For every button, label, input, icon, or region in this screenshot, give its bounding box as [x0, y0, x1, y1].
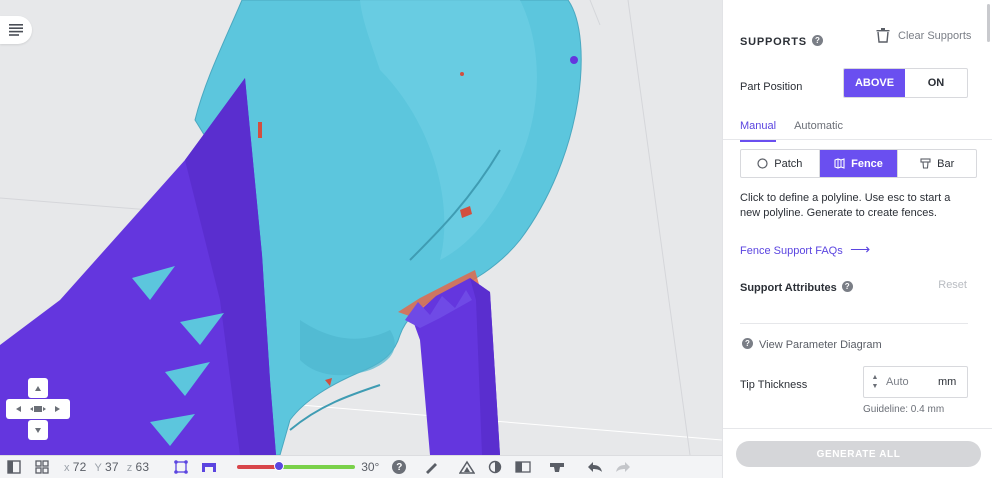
app-window: x 72 Y 37 z 63 30° ? SUPPORTS ? Clear Su… [0, 0, 992, 478]
undo-button[interactable] [581, 456, 609, 478]
help-button[interactable]: ? [385, 456, 413, 478]
pan-horizontal-bar[interactable] [6, 399, 70, 419]
position-on-button[interactable]: ON [905, 69, 967, 97]
slider-knob[interactable] [273, 461, 284, 471]
parameter-diagram-label: View Parameter Diagram [759, 339, 882, 351]
parameter-diagram-link[interactable]: ? View Parameter Diagram [740, 335, 967, 353]
base-button[interactable] [543, 456, 571, 478]
patch-icon [757, 158, 768, 169]
redo-icon [616, 462, 631, 472]
grid-view-icon [35, 460, 49, 474]
type-bar-button[interactable]: Bar [897, 150, 976, 177]
fit-view-button[interactable] [167, 456, 195, 478]
type-patch-button[interactable]: Patch [741, 150, 819, 177]
reset-button[interactable]: Reset [938, 279, 967, 291]
clear-supports-label: Clear Supports [898, 29, 972, 42]
grid-line [589, 0, 601, 26]
view-navigation-pad[interactable] [6, 378, 70, 440]
generate-all-button[interactable]: GENERATE ALL [736, 441, 981, 467]
bottom-toolbar: x 72 Y 37 z 63 30° ? [0, 455, 722, 478]
position-above-button[interactable]: ABOVE [844, 69, 906, 97]
triangle-button[interactable] [453, 456, 481, 478]
support-type-selector[interactable]: Patch Fence Bar [740, 149, 977, 178]
x-coordinate: x 72 [64, 460, 87, 474]
pan-down-button[interactable] [28, 420, 48, 440]
contrast-button[interactable] [481, 456, 509, 478]
slider-track-rest [278, 465, 356, 469]
arrow-down-icon [35, 427, 41, 433]
tip-thickness-field[interactable]: ▲ ▼ mm [863, 366, 968, 398]
arrow-up-icon [35, 385, 41, 391]
overhang-angle-slider[interactable] [237, 461, 356, 471]
arrow-right-icon: ⟶ [850, 241, 871, 257]
triangle-icon [459, 460, 476, 474]
supports-panel: SUPPORTS? Clear Supports Part Position A… [722, 0, 992, 478]
y-coordinate: Y 37 [94, 460, 119, 474]
contrast-icon [489, 460, 502, 474]
type-fence-label: Fence [851, 157, 883, 170]
tip-thickness-unit: mm [938, 376, 957, 388]
attributes-divider [740, 323, 968, 324]
supports-help-icon[interactable]: ? [811, 35, 823, 47]
menu-button[interactable] [0, 16, 32, 44]
support-view-icon [202, 463, 217, 472]
redo-button[interactable] [609, 456, 637, 478]
tip-thickness-input[interactable] [886, 376, 934, 388]
bar-icon [920, 158, 931, 169]
step-up-icon[interactable]: ▲ [872, 373, 879, 382]
part-position-label: Part Position [740, 81, 803, 93]
support-point [570, 56, 578, 64]
tip-thickness-guideline: Guideline: 0.4 mm [863, 404, 945, 415]
model-scene[interactable] [0, 0, 722, 455]
step-down-icon[interactable]: ▼ [872, 382, 879, 391]
tabs-divider [723, 139, 992, 140]
layout-icon [515, 461, 532, 473]
layout-button[interactable] [509, 456, 537, 478]
panel-title: SUPPORTS [740, 36, 807, 48]
support-attributes-header: Support Attributes? [740, 278, 967, 296]
tip-thickness-stepper[interactable]: ▲ ▼ [864, 373, 886, 391]
support-view-button[interactable] [195, 456, 223, 478]
type-fence-button[interactable]: Fence [818, 150, 898, 177]
part-position-toggle[interactable]: ABOVE ON [843, 68, 968, 98]
overhang-region [258, 122, 262, 138]
grid-view-button[interactable] [28, 456, 56, 478]
z-coordinate: z 63 [126, 460, 150, 474]
tip-thickness-label: Tip Thickness [740, 379, 808, 391]
base-icon [550, 463, 565, 472]
overhang-point [460, 72, 464, 76]
fit-view-icon [174, 460, 189, 474]
type-bar-label: Bar [937, 157, 955, 170]
support-attributes-label: Support Attributes [740, 282, 837, 294]
panel-layout-icon [7, 460, 21, 474]
pan-arrows-icon [16, 406, 60, 412]
overhang-angle-value: 30° [361, 460, 380, 474]
panel-layout-button[interactable] [0, 456, 28, 478]
generate-footer: GENERATE ALL [723, 428, 992, 478]
fence-faq-label: Fence Support FAQs [740, 245, 843, 257]
grid-line [627, 0, 691, 455]
diagram-help-icon: ? [742, 338, 753, 350]
type-patch-label: Patch [774, 157, 803, 170]
help-icon: ? [392, 460, 407, 474]
trash-icon [876, 28, 890, 43]
fence-faq-link[interactable]: Fence Support FAQs ⟶ [740, 241, 967, 259]
attributes-help-icon[interactable]: ? [841, 281, 853, 293]
fence-instructions: Click to define a polyline. Use esc to s… [740, 192, 951, 219]
clear-supports-button[interactable]: Clear Supports [876, 28, 971, 43]
slider-track-filled [237, 465, 279, 469]
measure-icon [426, 463, 438, 474]
grid-line [0, 197, 151, 211]
pan-up-button[interactable] [28, 378, 48, 398]
fence-icon [834, 158, 845, 169]
3d-viewport[interactable] [0, 0, 722, 455]
undo-icon [588, 462, 603, 472]
hamburger-icon [9, 24, 23, 36]
measure-button[interactable] [417, 456, 445, 478]
reset-label: Reset [938, 279, 967, 291]
panel-scrollbar[interactable] [987, 4, 990, 42]
